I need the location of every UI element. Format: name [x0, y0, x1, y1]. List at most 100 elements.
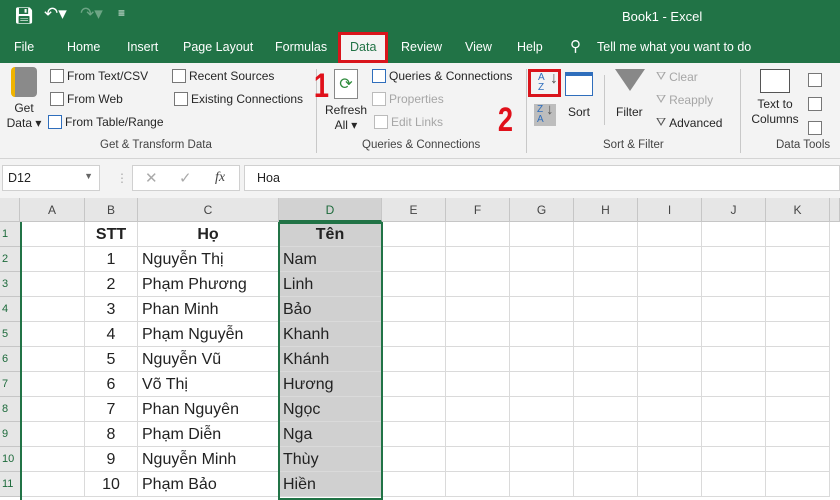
cell[interactable] — [638, 472, 702, 497]
filter-button[interactable]: Filter — [616, 105, 643, 119]
cell[interactable] — [638, 297, 702, 322]
row-header-3[interactable]: 3 — [0, 272, 20, 297]
column-header-B[interactable]: B — [85, 198, 138, 222]
tab-insert[interactable]: Insert — [127, 40, 158, 54]
advanced-button[interactable]: ⛛ Advanced — [656, 115, 722, 130]
insert-function-icon[interactable]: fx — [215, 170, 225, 186]
selected-cell[interactable]: Hương — [279, 372, 382, 397]
tab-formulas[interactable]: Formulas — [275, 40, 327, 54]
cell[interactable] — [638, 422, 702, 447]
tab-page-layout[interactable]: Page Layout — [183, 40, 253, 54]
cell[interactable] — [20, 297, 85, 322]
cell[interactable] — [638, 222, 702, 247]
cell[interactable] — [574, 397, 638, 422]
column-header-J[interactable]: J — [702, 198, 766, 222]
cell[interactable] — [382, 347, 446, 372]
selected-cell[interactable]: Hiền — [279, 472, 382, 497]
cell[interactable]: 9 — [85, 447, 138, 472]
sort-z-to-a-button[interactable]: Z A ↓ — [534, 102, 556, 126]
undo-icon[interactable]: ↶▾ — [44, 4, 67, 24]
selected-cell[interactable]: Khanh — [279, 322, 382, 347]
cell[interactable] — [702, 222, 766, 247]
cell[interactable]: Họ — [138, 222, 279, 247]
cell[interactable] — [510, 397, 574, 422]
cell[interactable] — [766, 247, 830, 272]
cell[interactable] — [766, 222, 830, 247]
column-header-E[interactable]: E — [382, 198, 446, 222]
tab-data[interactable]: Data — [338, 32, 389, 63]
cell[interactable]: 4 — [85, 322, 138, 347]
cell[interactable]: Nguyễn Thị — [138, 247, 279, 272]
cell[interactable] — [382, 372, 446, 397]
column-header-I[interactable]: I — [638, 198, 702, 222]
from-web-button[interactable]: From Web — [50, 92, 123, 106]
cell[interactable] — [510, 347, 574, 372]
row-header-6[interactable]: 6 — [0, 347, 20, 372]
cell[interactable]: Phan Minh — [138, 297, 279, 322]
cell[interactable] — [702, 297, 766, 322]
selected-cell[interactable]: Nam — [279, 247, 382, 272]
queries-connections-button[interactable]: Queries & Connections — [372, 69, 512, 83]
cell[interactable]: Phạm Nguyễn — [138, 322, 279, 347]
cancel-icon[interactable]: ✕ — [145, 169, 158, 187]
cell[interactable]: STT — [85, 222, 138, 247]
cell[interactable]: 3 — [85, 297, 138, 322]
formula-input[interactable]: Hoa — [244, 165, 840, 191]
cell[interactable]: Nguyễn Vũ — [138, 347, 279, 372]
tab-review[interactable]: Review — [401, 40, 442, 54]
cell[interactable] — [574, 472, 638, 497]
cell[interactable] — [510, 297, 574, 322]
column-header-D[interactable]: D — [279, 198, 382, 222]
cell[interactable] — [638, 272, 702, 297]
cell[interactable]: Võ Thị — [138, 372, 279, 397]
cell[interactable] — [574, 372, 638, 397]
properties-button[interactable]: Properties — [372, 92, 444, 106]
cell[interactable] — [446, 222, 510, 247]
cell[interactable]: 6 — [85, 372, 138, 397]
clear-button[interactable]: ⛛ Clear — [656, 69, 698, 84]
cell[interactable] — [20, 222, 85, 247]
cell[interactable]: Phạm Phương — [138, 272, 279, 297]
cell[interactable] — [446, 472, 510, 497]
cell[interactable] — [510, 222, 574, 247]
tab-home[interactable]: Home — [67, 40, 100, 54]
cell[interactable] — [702, 397, 766, 422]
cell[interactable] — [574, 222, 638, 247]
cell[interactable]: 5 — [85, 347, 138, 372]
cell[interactable] — [446, 247, 510, 272]
redo-icon[interactable]: ↷▾ — [80, 4, 103, 24]
save-icon[interactable]: 💾︎ — [14, 6, 34, 26]
cell[interactable] — [766, 322, 830, 347]
cell[interactable] — [446, 297, 510, 322]
cell[interactable] — [382, 472, 446, 497]
cell[interactable] — [766, 372, 830, 397]
drag-handle-icon[interactable]: ⋮ — [116, 171, 128, 185]
cell[interactable] — [446, 322, 510, 347]
cell[interactable] — [702, 322, 766, 347]
cell[interactable] — [382, 247, 446, 272]
cell[interactable] — [20, 322, 85, 347]
cell[interactable] — [574, 322, 638, 347]
selected-cell[interactable]: Khánh — [279, 347, 382, 372]
cell[interactable] — [638, 372, 702, 397]
row-header-7[interactable]: 7 — [0, 372, 20, 397]
existing-connections-button[interactable]: Existing Connections — [174, 92, 303, 106]
cell[interactable]: 1 — [85, 247, 138, 272]
selected-cell[interactable]: Tên — [279, 222, 382, 247]
column-header-C[interactable]: C — [138, 198, 279, 222]
cell[interactable] — [766, 397, 830, 422]
edit-links-button[interactable]: Edit Links — [374, 115, 443, 129]
cell[interactable] — [510, 372, 574, 397]
cell[interactable] — [702, 372, 766, 397]
column-header-A[interactable]: A — [20, 198, 85, 222]
cell[interactable] — [574, 272, 638, 297]
enter-icon[interactable]: ✓ — [179, 169, 192, 187]
name-box[interactable]: D12 ▼ — [2, 165, 100, 191]
cell[interactable] — [20, 397, 85, 422]
cell[interactable] — [382, 447, 446, 472]
selected-cell[interactable]: Nga — [279, 422, 382, 447]
tab-help[interactable]: Help — [517, 40, 543, 54]
cell[interactable] — [766, 347, 830, 372]
row-header-4[interactable]: 4 — [0, 297, 20, 322]
cell[interactable] — [702, 447, 766, 472]
